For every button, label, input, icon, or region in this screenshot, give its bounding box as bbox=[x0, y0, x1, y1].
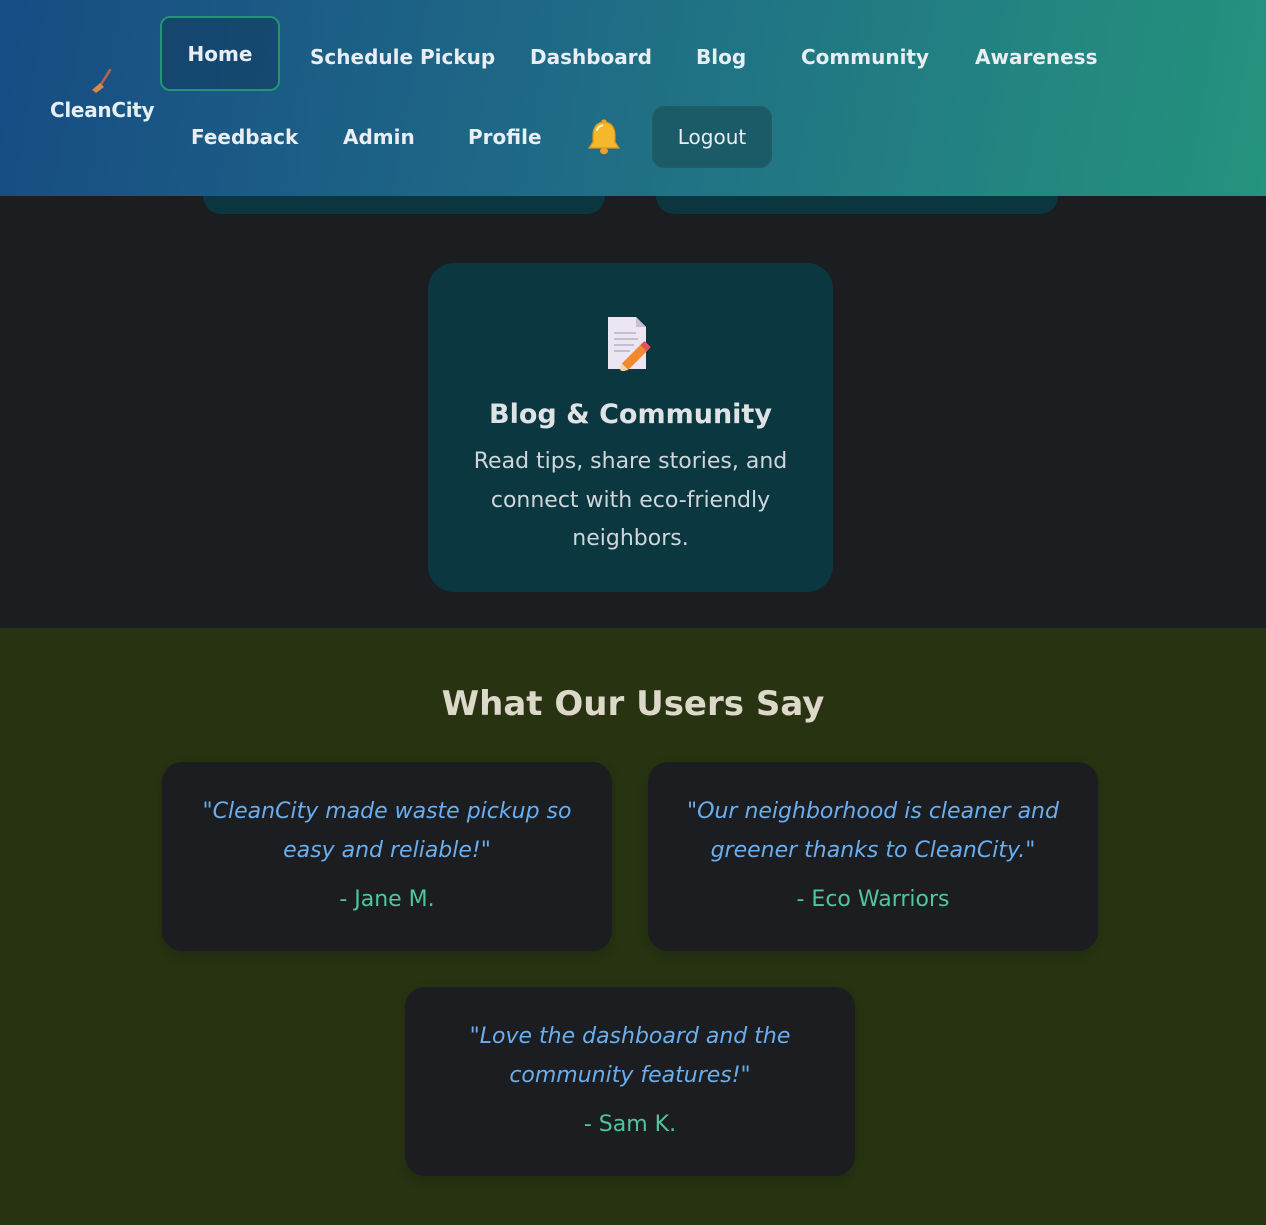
testimonial-quote: "CleanCity made waste pickup so easy and… bbox=[202, 799, 572, 863]
nav-community[interactable]: Community bbox=[801, 45, 929, 69]
testimonial-card: "CleanCity made waste pickup so easy and… bbox=[162, 762, 612, 951]
nav-dashboard[interactable]: Dashboard bbox=[530, 45, 652, 69]
nav-home[interactable]: Home bbox=[160, 16, 280, 91]
broom-icon bbox=[91, 68, 112, 94]
features-section: Blog & Community Read tips, share storie… bbox=[0, 196, 1266, 628]
nav-awareness[interactable]: Awareness bbox=[975, 45, 1098, 69]
testimonial-quote: "Love the dashboard and the community fe… bbox=[469, 1024, 791, 1088]
testimonial-quote: "Our neighborhood is cleaner and greener… bbox=[687, 799, 1059, 863]
nav-profile[interactable]: Profile bbox=[468, 125, 542, 149]
feature-card-blog-community[interactable]: Blog & Community Read tips, share storie… bbox=[428, 263, 833, 592]
nav-schedule-pickup[interactable]: Schedule Pickup bbox=[310, 45, 495, 69]
nav-blog[interactable]: Blog bbox=[696, 45, 746, 69]
feature-title: Blog & Community bbox=[489, 399, 772, 430]
bell-icon[interactable] bbox=[584, 118, 624, 158]
testimonials-section: What Our Users Say "CleanCity made waste… bbox=[0, 628, 1266, 1225]
brand-logo[interactable]: CleanCity bbox=[50, 68, 155, 122]
feature-description: Read tips, share stories, and connect wi… bbox=[473, 449, 788, 551]
memo-pencil-icon bbox=[608, 317, 651, 371]
logout-button[interactable]: Logout bbox=[652, 106, 772, 168]
nav-feedback[interactable]: Feedback bbox=[191, 125, 298, 149]
nav-admin[interactable]: Admin bbox=[343, 125, 415, 149]
feature-card-partial bbox=[203, 196, 605, 214]
brand-name: CleanCity bbox=[50, 98, 155, 122]
testimonial-card: "Love the dashboard and the community fe… bbox=[405, 987, 855, 1176]
feature-card-partial bbox=[656, 196, 1058, 214]
testimonials-heading: What Our Users Say bbox=[441, 684, 825, 724]
site-header: CleanCity Home Schedule Pickup Dashboard… bbox=[0, 0, 1266, 196]
testimonial-author: - Jane M. bbox=[339, 887, 435, 912]
testimonial-author: - Sam K. bbox=[583, 1112, 677, 1137]
testimonial-card: "Our neighborhood is cleaner and greener… bbox=[648, 762, 1098, 951]
testimonial-author: - Eco Warriors bbox=[796, 887, 950, 912]
